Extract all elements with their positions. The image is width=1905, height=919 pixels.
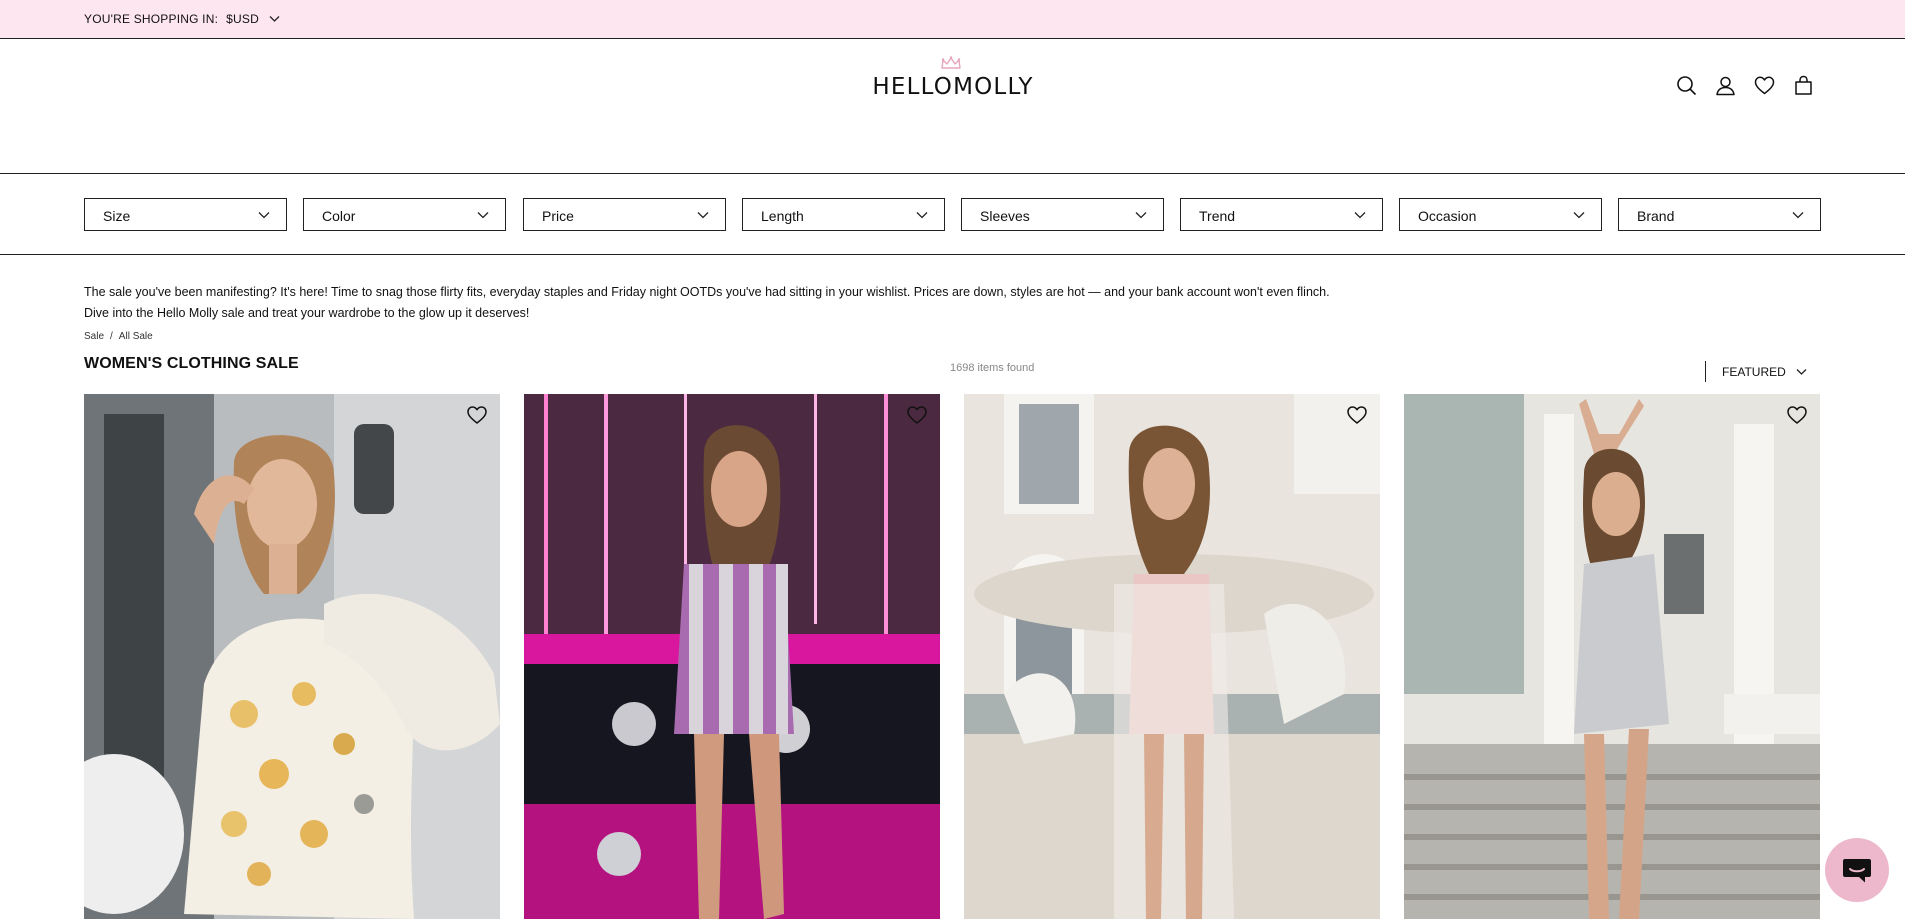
heart-icon <box>907 406 927 424</box>
filter-trend[interactable]: Trend <box>1180 198 1383 231</box>
currency-value: $USD <box>226 12 259 26</box>
wishlist-toggle[interactable] <box>906 405 928 425</box>
search-button[interactable] <box>1676 75 1697 96</box>
product-card[interactable] <box>84 394 500 919</box>
filter-label: Trend <box>1199 208 1236 224</box>
heart-icon <box>1787 406 1807 424</box>
breadcrumb-sale[interactable]: Sale <box>84 331 104 342</box>
product-card[interactable] <box>1404 394 1820 919</box>
chevron-down-icon <box>1796 368 1807 375</box>
wishlist-button[interactable] <box>1754 75 1775 96</box>
sort-label: FEATURED <box>1722 364 1786 379</box>
chevron-down-icon <box>1354 212 1366 219</box>
filter-occasion[interactable]: Occasion <box>1399 198 1602 231</box>
wishlist-toggle[interactable] <box>466 405 488 425</box>
wishlist-toggle[interactable] <box>1346 405 1368 425</box>
chevron-down-icon <box>916 212 928 219</box>
currency-selector[interactable]: YOU'RE SHOPPING IN: $USD <box>84 12 280 26</box>
product-image <box>1404 394 1820 919</box>
shopping-in-label: YOU'RE SHOPPING IN: <box>84 12 219 26</box>
filter-label: Sleeves <box>980 208 1030 224</box>
product-image <box>524 394 940 919</box>
filter-color[interactable]: Color <box>303 198 506 231</box>
crown-icon <box>941 56 961 69</box>
collection-description: The sale you've been manifesting? It's h… <box>84 282 1484 324</box>
chevron-down-icon <box>1573 212 1585 219</box>
filter-label: Price <box>542 208 574 224</box>
breadcrumb-separator: / <box>110 331 113 342</box>
heart-icon <box>467 406 487 424</box>
search-icon <box>1677 76 1697 96</box>
bag-icon <box>1795 75 1812 95</box>
filter-label: Brand <box>1637 208 1675 224</box>
chat-button[interactable] <box>1825 838 1889 902</box>
filter-price[interactable]: Price <box>523 198 726 231</box>
chevron-down-icon <box>258 212 270 219</box>
account-button[interactable] <box>1715 75 1736 96</box>
description-line-2: Dive into the Hello Molly sale and treat… <box>84 306 530 320</box>
chevron-down-icon <box>269 16 280 22</box>
filter-label: Occasion <box>1418 208 1477 224</box>
page-title: WOMEN'S CLOTHING SALE <box>84 355 299 372</box>
currency-bar: YOU'RE SHOPPING IN: $USD <box>0 0 1905 39</box>
chevron-down-icon <box>1792 212 1804 219</box>
filter-size[interactable]: Size <box>84 198 287 231</box>
product-image <box>964 394 1380 919</box>
sort-dropdown[interactable]: FEATURED <box>1705 361 1807 382</box>
breadcrumb-all-sale[interactable]: All Sale <box>119 331 153 342</box>
logo[interactable]: HELLOMOLLY <box>872 56 1034 100</box>
bag-button[interactable] <box>1793 75 1814 96</box>
logo-wordmark: HELLOMOLLY <box>872 74 1034 100</box>
site-header: HELLOMOLLY <box>0 40 1905 174</box>
breadcrumb: Sale / All Sale <box>84 331 153 342</box>
items-count: 1698 items found <box>950 362 1035 374</box>
heart-icon <box>1347 406 1367 424</box>
chevron-down-icon <box>477 212 489 219</box>
header-actions <box>1676 75 1814 96</box>
chevron-down-icon <box>1135 212 1147 219</box>
chevron-down-icon <box>697 212 709 219</box>
filter-label: Length <box>761 208 804 224</box>
filter-label: Size <box>103 208 131 224</box>
product-card[interactable] <box>964 394 1380 919</box>
product-image <box>84 394 500 919</box>
filter-length[interactable]: Length <box>742 198 945 231</box>
heart-icon <box>1754 76 1775 95</box>
description-line-1: The sale you've been manifesting? It's h… <box>84 285 1330 299</box>
product-card[interactable] <box>524 394 940 919</box>
filter-label: Color <box>322 208 356 224</box>
account-icon <box>1716 76 1735 96</box>
filter-bar: Size Color Price Length Sleeves Trend Oc… <box>0 175 1905 255</box>
chat-icon <box>1843 859 1871 883</box>
wishlist-toggle[interactable] <box>1786 405 1808 425</box>
filter-brand[interactable]: Brand <box>1618 198 1821 231</box>
filter-sleeves[interactable]: Sleeves <box>961 198 1164 231</box>
